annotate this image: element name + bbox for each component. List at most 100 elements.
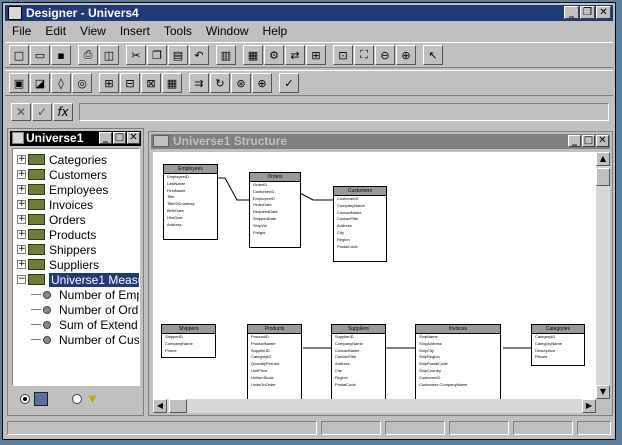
zoom-in-icon[interactable]: ⊕: [396, 45, 416, 65]
print-icon[interactable]: ⎙: [78, 45, 98, 65]
table-column[interactable]: City: [332, 368, 385, 375]
insert-derived-icon[interactable]: ⊕: [252, 73, 272, 93]
menu-view[interactable]: View: [73, 22, 113, 40]
cancel-formula-button[interactable]: ✕: [11, 103, 31, 121]
minimize-button[interactable]: _: [564, 6, 579, 19]
integrity-check-icon[interactable]: ✓: [279, 73, 299, 93]
table-column[interactable]: CategoryID: [248, 354, 301, 361]
insert-object-icon[interactable]: ◪: [30, 73, 50, 93]
table-column[interactable]: ProductID: [248, 334, 301, 341]
arrange-icon[interactable]: ⊞: [306, 45, 326, 65]
table-column[interactable]: Phone: [162, 348, 215, 355]
filters-view-radio[interactable]: [72, 394, 82, 404]
table-column[interactable]: ContactTitle: [334, 216, 386, 223]
table-column[interactable]: FirstName: [164, 188, 217, 195]
measure-item[interactable]: Number of Cus: [31, 332, 139, 347]
pane-close-button[interactable]: ✕: [127, 132, 140, 144]
table-column[interactable]: RequiredDate: [250, 209, 300, 216]
table-employees[interactable]: Employees EmployeeID LastName FirstName …: [163, 164, 218, 240]
table-column[interactable]: CompanyName: [332, 341, 385, 348]
table-column[interactable]: ShipPostalCode: [416, 361, 500, 368]
table-column[interactable]: TitleOfCourtesy: [164, 201, 217, 208]
table-orders[interactable]: Orders OrderID CustomerID EmployeeID Ord…: [249, 172, 301, 248]
tree-item[interactable]: + Shippers: [17, 242, 96, 257]
measure-item[interactable]: Number of Emp: [31, 287, 139, 302]
tree-item[interactable]: + Products: [17, 227, 96, 242]
tree-item[interactable]: + Customers: [17, 167, 107, 182]
insert-hierarchy-icon[interactable]: ◎: [72, 73, 92, 93]
scroll-down-button[interactable]: ▼: [596, 385, 610, 399]
table-column[interactable]: ShipVia: [250, 223, 300, 230]
pane-maximize-button[interactable]: □: [113, 132, 126, 144]
table-column[interactable]: ShipRegion: [416, 354, 500, 361]
table-column[interactable]: ContactName: [332, 348, 385, 355]
table-column[interactable]: Picture: [532, 354, 584, 361]
tree-item[interactable]: + Suppliers: [17, 257, 99, 272]
table-categories[interactable]: Categories CategoryID CategoryName Descr…: [531, 324, 585, 366]
table-column[interactable]: ShipCountry: [416, 368, 500, 375]
table-column[interactable]: UnitsOnOrder: [248, 382, 301, 389]
table-column[interactable]: LastName: [164, 181, 217, 188]
zoom-fit-icon[interactable]: ⊡: [333, 45, 353, 65]
copy-icon[interactable]: ❐: [147, 45, 167, 65]
table-column[interactable]: ProductName: [248, 341, 301, 348]
table-customers[interactable]: Customers CustomerID CompanyName Contact…: [333, 186, 387, 262]
table-column[interactable]: Freight: [250, 230, 300, 237]
table-column[interactable]: CustomerID: [416, 375, 500, 382]
table-column[interactable]: CustomerID: [334, 196, 386, 203]
table-column[interactable]: ShipAddress: [416, 341, 500, 348]
structure-minimize-button[interactable]: _: [568, 135, 581, 147]
universe-tree[interactable]: + Categories + Customers + Employees + Invoi…: [12, 148, 140, 386]
measure-item[interactable]: Sum of Extend: [31, 317, 138, 332]
pane-minimize-button[interactable]: _: [99, 132, 112, 144]
zoom-out-icon[interactable]: ⊖: [375, 45, 395, 65]
menu-help[interactable]: Help: [256, 22, 295, 40]
close-button[interactable]: ✕: [596, 6, 611, 19]
tree-item-measures[interactable]: −Universe1 Measure: [17, 272, 139, 287]
table-column[interactable]: Address: [334, 223, 386, 230]
table-browser-icon[interactable]: ▦: [243, 45, 263, 65]
table-column[interactable]: ShipName: [416, 334, 500, 341]
menu-insert[interactable]: Insert: [113, 22, 157, 40]
insert-join-icon[interactable]: ⊟: [120, 73, 140, 93]
table-column[interactable]: CategoryID: [532, 334, 584, 341]
formula-input[interactable]: [79, 103, 609, 121]
help-pointer-icon[interactable]: ↖: [423, 45, 443, 65]
table-column[interactable]: PostalCode: [334, 244, 386, 251]
table-column[interactable]: CompanyName: [162, 341, 215, 348]
accept-formula-button[interactable]: ✓: [32, 103, 52, 121]
vertical-scroll-thumb[interactable]: [596, 168, 610, 186]
new-icon[interactable]: □: [9, 45, 29, 65]
classes-view-radio[interactable]: [20, 394, 30, 404]
table-column[interactable]: BirthDate: [164, 208, 217, 215]
table-products[interactable]: Products ProductID ProductName SupplierI…: [247, 324, 302, 399]
horizontal-scrollbar[interactable]: ◀ ▶: [153, 399, 596, 413]
table-column[interactable]: Region: [334, 237, 386, 244]
vertical-scrollbar[interactable]: ▲ ▼: [596, 152, 610, 399]
insert-condition-icon[interactable]: ◊: [51, 73, 71, 93]
table-column[interactable]: Description: [532, 348, 584, 355]
table-suppliers[interactable]: Suppliers SupplierID CompanyName Contact…: [331, 324, 386, 399]
scroll-left-button[interactable]: ◀: [153, 399, 167, 413]
table-column[interactable]: ContactName: [334, 210, 386, 217]
table-column[interactable]: CompanyName: [334, 203, 386, 210]
structure-maximize-button[interactable]: □: [582, 135, 595, 147]
table-column[interactable]: OrderDate: [250, 202, 300, 209]
zoom-all-icon[interactable]: ⛶: [354, 45, 374, 65]
table-column[interactable]: EmployeeID: [250, 196, 300, 203]
menu-file[interactable]: File: [5, 22, 38, 40]
title-bar[interactable]: Designer - Univers4 _ ❐ ✕: [5, 5, 613, 21]
table-column[interactable]: PostalCode: [332, 382, 385, 389]
tree-item[interactable]: + Orders: [17, 212, 86, 227]
structure-close-button[interactable]: ✕: [596, 135, 609, 147]
table-column[interactable]: QuantityPerUnit: [248, 361, 301, 368]
insert-alias-icon[interactable]: ⇉: [189, 73, 209, 93]
table-column[interactable]: Address: [332, 361, 385, 368]
insert-cardinality-icon[interactable]: ⊠: [141, 73, 161, 93]
scroll-right-button[interactable]: ▶: [582, 399, 596, 413]
detect-joins-icon[interactable]: ⇄: [285, 45, 305, 65]
detect-contexts-icon[interactable]: ⊛: [231, 73, 251, 93]
universe-params-icon[interactable]: ▥: [216, 45, 236, 65]
table-column[interactable]: Address: [164, 222, 217, 229]
detect-loops-icon[interactable]: ↻: [210, 73, 230, 93]
